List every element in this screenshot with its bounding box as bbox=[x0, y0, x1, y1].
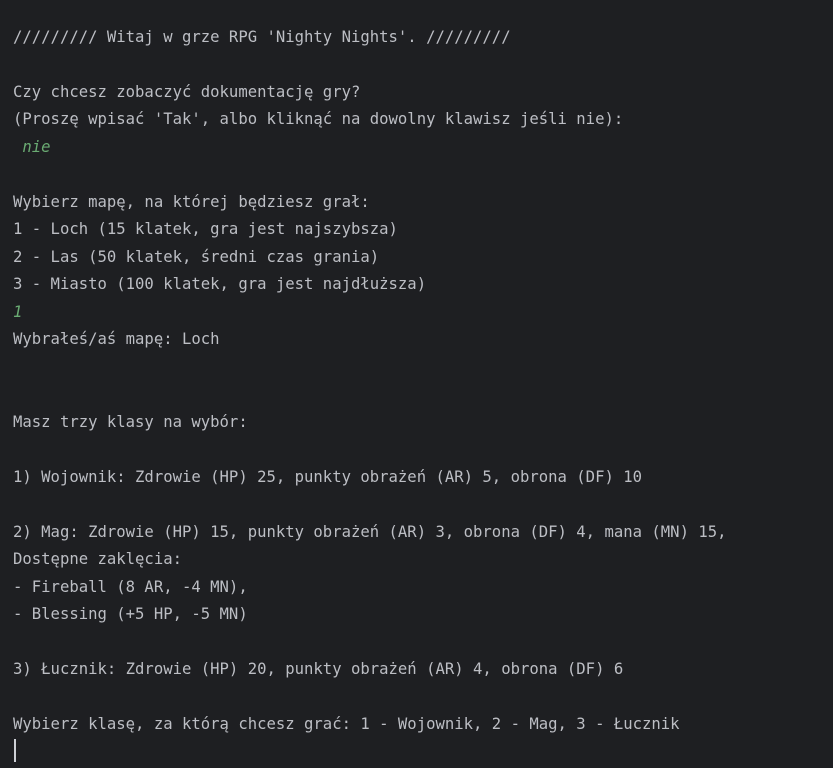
map-user-input: 1 bbox=[13, 303, 23, 321]
spell-fireball: - Fireball (8 AR, -4 MN), bbox=[13, 578, 248, 596]
map-option-2: 2 - Las (50 klatek, średni czas grania) bbox=[13, 248, 380, 266]
map-option-1: 1 - Loch (15 klatek, gra jest najszybsza… bbox=[13, 220, 398, 238]
run-console-output[interactable]: ///////// Witaj w grze RPG 'Nighty Night… bbox=[0, 0, 833, 768]
spell-blessing: - Blessing (+5 HP, -5 MN) bbox=[13, 605, 248, 623]
class-mage-description: 2) Mag: Zdrowie (HP) 15, punkty obrażeń … bbox=[13, 523, 727, 541]
class-archer-description: 3) Łucznik: Zdrowie (HP) 20, punkty obra… bbox=[13, 660, 624, 678]
text-cursor[interactable] bbox=[14, 739, 16, 762]
class-intro: Masz trzy klasy na wybór: bbox=[13, 413, 248, 431]
documentation-prompt: (Proszę wpisać 'Tak', albo kliknąć na do… bbox=[13, 110, 624, 128]
documentation-user-input: nie bbox=[13, 138, 51, 156]
map-choice-prompt: Wybierz mapę, na której będziesz grał: bbox=[13, 193, 370, 211]
map-option-3: 3 - Miasto (100 klatek, gra jest najdłuż… bbox=[13, 275, 427, 293]
map-chosen-message: Wybrałeś/aś mapę: Loch bbox=[13, 330, 220, 348]
documentation-question: Czy chcesz zobaczyć dokumentację gry? bbox=[13, 83, 361, 101]
class-warrior-description: 1) Wojownik: Zdrowie (HP) 25, punkty obr… bbox=[13, 468, 643, 486]
spells-header: Dostępne zaklęcia: bbox=[13, 550, 182, 568]
class-choice-prompt: Wybierz klasę, za którą chcesz grać: 1 -… bbox=[13, 715, 680, 733]
welcome-banner: ///////// Witaj w grze RPG 'Nighty Night… bbox=[13, 28, 511, 46]
